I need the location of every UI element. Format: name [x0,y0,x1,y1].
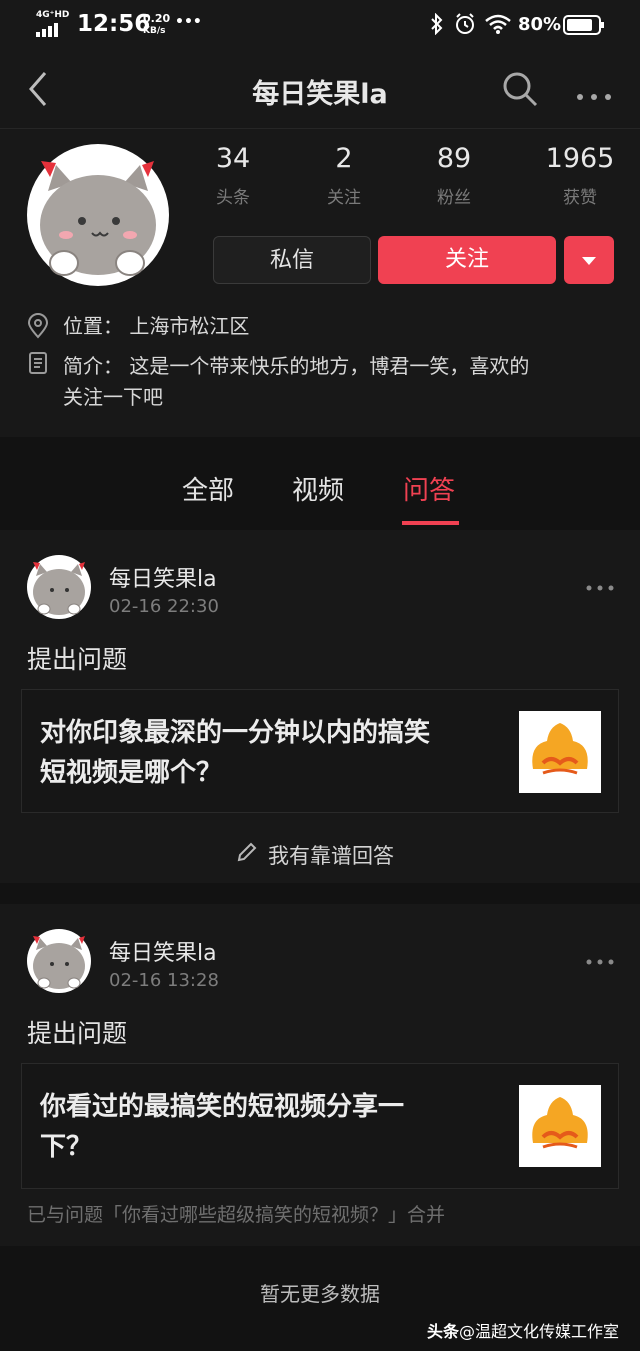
stat-label-followers: 粉丝 [437,188,471,208]
no-more-data: 暂无更多数据 [260,1282,380,1306]
content-tabs: 全部 视频 问答 [0,437,640,529]
post-type-label: 提出问题 [27,645,128,674]
answer-button[interactable]: 我有靠谱回答 [268,840,394,870]
profile-header: 34 头条 2 关注 89 粉丝 1965 获赞 私信 关注 位置： 上海市松江… [0,129,640,437]
more-icon[interactable] [586,950,614,969]
page-title: 每日笑果la [252,79,388,110]
credit-watermark: 头条@温超文化传媒工作室 [427,1318,619,1342]
network-indicator: 4G⁺HD [36,10,70,20]
notification-dots: ••• [175,14,202,30]
question-title-line2: 短视频是哪个？ [40,758,223,788]
stat-label-articles: 头条 [216,188,250,208]
signal-icon [36,22,62,41]
speed-value: 0.20 [143,12,171,25]
intro-text-line1: 简介： 这是一个带来快乐的地方，博君一笑，喜欢的 [63,354,530,378]
post-type-label: 提出问题 [27,1019,128,1048]
location-text: 位置： 上海市松江区 [63,314,250,338]
tab-all[interactable]: 全部 [182,470,234,507]
author-name[interactable]: 每日笑果la [109,561,217,593]
stat-value-articles[interactable]: 34 [173,143,293,174]
stat-value-following[interactable]: 2 [284,143,404,174]
battery-icon [563,15,605,39]
avatar[interactable] [26,554,92,624]
stat-label-likes: 获赞 [563,188,597,208]
credit-brand: 头条 [427,1322,460,1341]
stat-value-likes[interactable]: 1965 [520,143,640,174]
clock: 12:56 [77,11,151,37]
bluetooth-icon [430,12,444,39]
post-time: 02-16 13:28 [109,970,219,991]
credit-text: @温超文化传媒工作室 [459,1322,620,1341]
stat-label-following: 关注 [327,188,361,208]
battery-percent: 80% [518,14,562,35]
avatar[interactable] [26,143,170,291]
question-card[interactable]: 对你印象最深的一分钟以内的搞笑 短视频是哪个？ [21,689,619,813]
nav-bar: 每日笑果la [0,52,640,129]
question-title-line1: 你看过的最搞笑的短视频分享一 [40,1092,405,1122]
pencil-icon [236,841,258,867]
merged-note: 已与问题「你看过哪些超级搞笑的短视频？」合并 [27,1204,446,1226]
status-bar: 4G⁺HD 12:56 0.20 KB/s ••• 80% [0,0,640,52]
post-time: 02-16 22:30 [109,596,219,617]
avatar[interactable] [26,928,92,998]
more-icon[interactable] [586,576,614,595]
question-thumbnail [519,1085,601,1167]
follow-button[interactable]: 关注 [378,236,556,284]
question-thumbnail [519,711,601,793]
intro-text-line2: 关注一下吧 [63,385,163,409]
question-title-line2: 下？ [40,1132,93,1162]
author-name[interactable]: 每日笑果la [109,935,217,967]
question-title-line1: 对你印象最深的一分钟以内的搞笑 [40,718,431,748]
message-button[interactable]: 私信 [213,236,371,284]
qa-post[interactable]: 每日笑果la 02-16 22:30 提出问题 对你印象最深的一分钟以内的搞笑 … [0,530,640,883]
active-tab-indicator [402,521,459,525]
stat-value-followers[interactable]: 89 [394,143,514,174]
wifi-icon [484,14,512,38]
follow-dropdown-button[interactable] [564,236,614,284]
question-card[interactable]: 你看过的最搞笑的短视频分享一 下？ [21,1063,619,1189]
location-icon [27,313,49,343]
intro-icon [28,351,48,379]
qa-post[interactable]: 每日笑果la 02-16 13:28 提出问题 你看过的最搞笑的短视频分享一 下… [0,904,640,1246]
tab-qa[interactable]: 问答 [403,470,455,507]
tab-videos[interactable]: 视频 [292,470,344,507]
speed-unit: KB/s [143,26,166,36]
search-icon[interactable] [501,70,539,112]
more-icon[interactable] [576,86,614,105]
caret-down-icon [582,257,596,265]
alarm-icon [454,13,476,39]
